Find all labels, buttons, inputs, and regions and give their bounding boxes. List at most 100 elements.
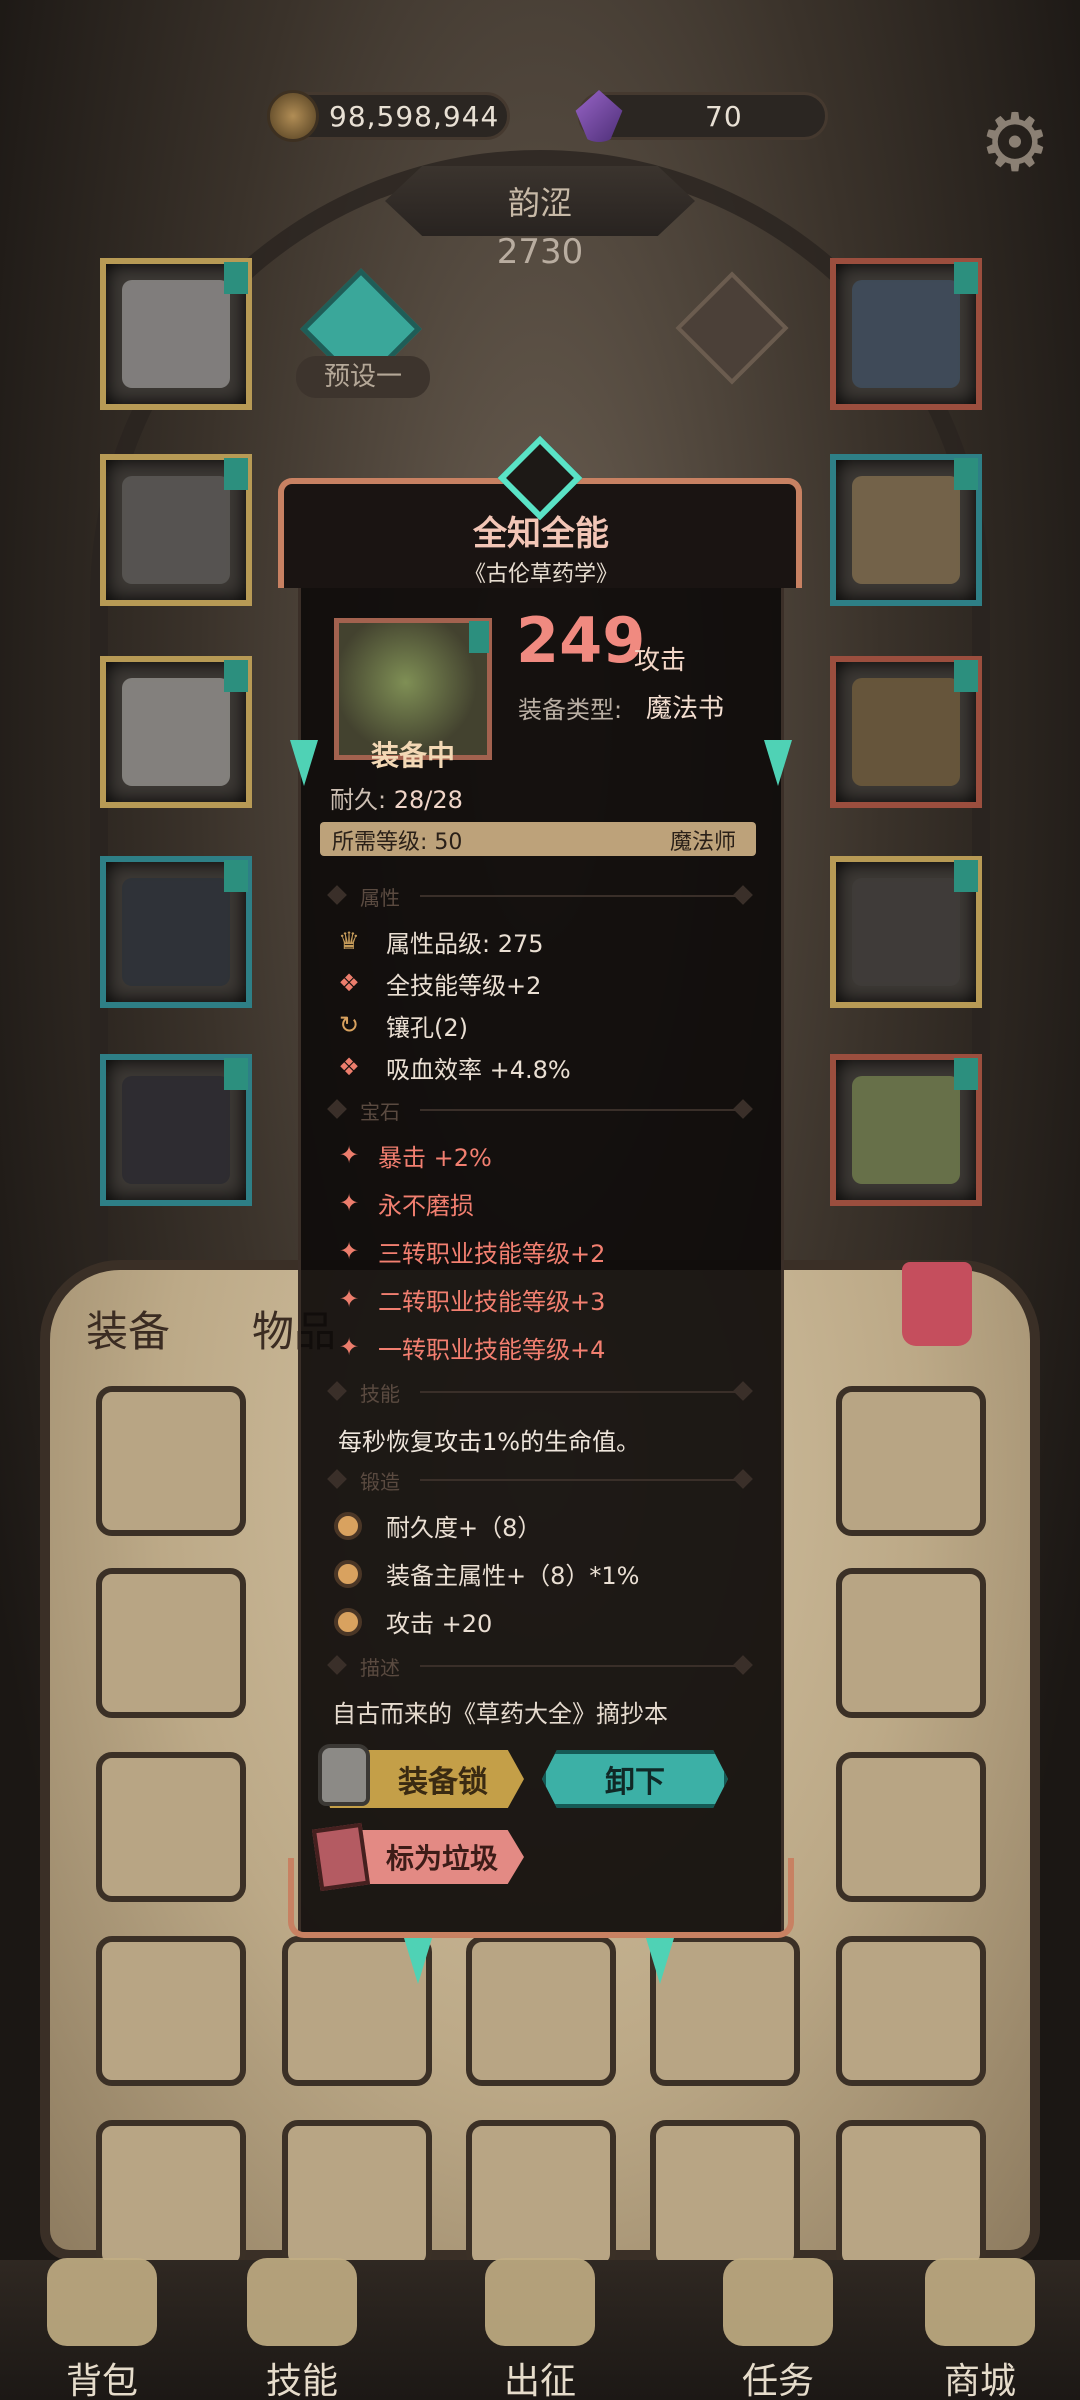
durability-label: 耐久:	[330, 786, 387, 814]
settings-gear-icon[interactable]: ⚙	[972, 100, 1058, 186]
nav-skills[interactable]: 技能	[222, 2258, 382, 2400]
slot-tag	[954, 262, 978, 294]
inventory-cell[interactable]	[282, 2120, 432, 2270]
slot-tag	[224, 458, 248, 490]
inventory-cell[interactable]	[282, 1936, 432, 2086]
sword-map-icon	[485, 2258, 595, 2346]
preset-label[interactable]: 预设一	[296, 356, 430, 398]
inventory-cell[interactable]	[96, 1752, 246, 1902]
inventory-cell[interactable]	[836, 1936, 986, 2086]
backpack-icon	[47, 2258, 157, 2346]
forge-orb-icon	[334, 1560, 362, 1588]
gem-value: 70	[705, 99, 743, 133]
gem-star-icon: ✦	[338, 1189, 360, 1217]
type-label: 装备类型:	[518, 696, 623, 724]
gem-star-icon: ✦	[338, 1237, 360, 1265]
equip-slot-book[interactable]	[830, 1054, 982, 1206]
trash-tag-icon[interactable]	[311, 1822, 371, 1892]
equip-slot-ring[interactable]	[830, 656, 982, 808]
nav-expedition[interactable]: 出征	[460, 2258, 620, 2400]
slot-tag	[954, 860, 978, 892]
section-label: 技能	[360, 1382, 400, 1406]
inventory-cell[interactable]	[96, 1936, 246, 2086]
section-line	[420, 895, 736, 897]
inventory-cell[interactable]	[466, 1936, 616, 2086]
section-diamond-icon	[733, 1099, 753, 1119]
inventory-cell[interactable]	[836, 1386, 986, 1536]
gem-text: 三转职业技能等级+2	[378, 1240, 606, 1268]
section-line	[420, 1665, 736, 1667]
inventory-cell[interactable]	[836, 2120, 986, 2270]
section-skills: 技能	[327, 1378, 753, 1406]
tab-equipment[interactable]: 装备	[86, 1298, 170, 1359]
section-diamond-icon	[327, 1099, 347, 1119]
inventory-cell[interactable]	[650, 1936, 800, 2086]
equip-slot-scroll[interactable]	[830, 454, 982, 606]
inventory-cell[interactable]	[836, 1752, 986, 1902]
slot-tag	[954, 458, 978, 490]
inventory-cell[interactable]	[836, 1568, 986, 1718]
horn-icon	[723, 2258, 833, 2346]
equip-slot-staff[interactable]	[830, 856, 982, 1008]
section-line	[420, 1109, 736, 1111]
slot-tag	[954, 660, 978, 692]
padlock-icon[interactable]	[318, 1744, 370, 1806]
attack-label: 攻击	[634, 646, 687, 676]
scroll-icon	[852, 476, 960, 584]
gold-coin-icon	[267, 90, 319, 142]
section-diamond-icon	[733, 885, 753, 905]
trash-bin-icon[interactable]	[902, 1262, 972, 1346]
inventory-cell[interactable]	[650, 2120, 800, 2270]
inventory-cell[interactable]	[96, 1568, 246, 1718]
slot-tag	[224, 1058, 248, 1090]
section-diamond-icon	[327, 885, 347, 905]
equip-slot-gloves[interactable]	[100, 656, 252, 808]
gem-text: 永不磨损	[378, 1192, 474, 1220]
skill-book-icon	[247, 2258, 357, 2346]
section-line	[420, 1391, 736, 1393]
durability-value: 28/28	[393, 786, 463, 814]
unequip-button[interactable]: 卸下	[542, 1750, 728, 1808]
skill-description: 每秒恢复攻击1%的生命值。	[338, 1428, 641, 1456]
gem-star-icon: ✦	[338, 1285, 360, 1313]
item-description: 自古而来的《草药大全》摘抄本	[332, 1700, 668, 1728]
gem-star-icon: ✦	[338, 1141, 360, 1169]
nav-shop[interactable]: 商城	[900, 2258, 1060, 2400]
equip-slot-boots[interactable]	[100, 1054, 252, 1206]
herb-book-icon	[852, 1076, 960, 1184]
equip-slot-head[interactable]	[100, 258, 252, 410]
equip-slot-skirt[interactable]	[100, 856, 252, 1008]
section-label: 锻造	[360, 1470, 400, 1494]
inventory-cell[interactable]	[466, 2120, 616, 2270]
section-diamond-icon	[733, 1469, 753, 1489]
inventory-cell[interactable]	[96, 1386, 246, 1536]
lifesteal-icon: ❖	[338, 1053, 360, 1081]
nav-label: 任务	[741, 2361, 814, 2400]
boots-icon	[122, 1076, 230, 1184]
character-power: 2730	[496, 232, 584, 272]
slot-tag	[224, 262, 248, 294]
forge-text: 耐久度+（8）	[386, 1514, 542, 1542]
socket-icon: ↻	[338, 1011, 360, 1039]
nav-tasks[interactable]: 任务	[698, 2258, 858, 2400]
section-diamond-icon	[327, 1381, 347, 1401]
character-name: 韵涩	[385, 166, 695, 236]
skill-level-icon: ❖	[338, 969, 360, 997]
equipped-status: 装备中	[370, 739, 455, 772]
slot-tag	[954, 1058, 978, 1090]
gem-text: 暴击 +2%	[378, 1144, 492, 1172]
section-diamond-icon	[733, 1381, 753, 1401]
section-label: 宝石	[360, 1100, 400, 1124]
attribute-text: 全技能等级+2	[386, 972, 542, 1000]
equip-slot-necklace[interactable]	[830, 258, 982, 410]
gem-counter: 70	[575, 90, 828, 142]
maid-headpiece-icon	[122, 280, 230, 388]
inventory-cell[interactable]	[96, 2120, 246, 2270]
attack-value: 249	[516, 604, 646, 677]
section-gems: 宝石	[327, 1096, 753, 1124]
nav-backpack[interactable]: 背包	[22, 2258, 182, 2400]
equip-slot-shoulder[interactable]	[100, 454, 252, 606]
attribute-text: 属性品级: 275	[386, 930, 544, 958]
quality-crown-icon: ♛	[338, 927, 360, 955]
necklace-icon	[852, 280, 960, 388]
